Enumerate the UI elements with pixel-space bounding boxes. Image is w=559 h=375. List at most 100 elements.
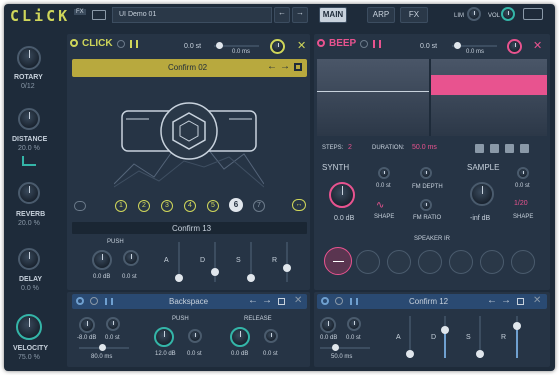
speaker-ir-3-button[interactable] [418, 250, 442, 274]
speaker-ir-2-button[interactable] [387, 250, 411, 274]
click-solo-icon[interactable] [117, 40, 125, 48]
beep-step-1[interactable] [317, 91, 429, 92]
beep-step-graph[interactable] [317, 59, 547, 136]
layer-left-close-icon[interactable]: ✕ [294, 295, 302, 306]
layer-left-power-icon[interactable] [76, 297, 84, 305]
step-5[interactable]: 5 [207, 200, 219, 212]
layer-right-time-slider[interactable] [320, 344, 370, 351]
delay-knob[interactable] [18, 248, 40, 270]
layer-right-st-knob[interactable] [347, 317, 361, 331]
click-a-slider[interactable] [175, 242, 183, 282]
beep-solo-icon[interactable] [360, 40, 368, 48]
beep-steps-value[interactable]: 2 [348, 144, 352, 151]
click-close-icon[interactable]: ✕ [297, 39, 306, 52]
distance-knob[interactable] [18, 108, 40, 130]
click-sample-name[interactable]: Confirm 02 [168, 63, 207, 72]
layer-left-piano-icon[interactable] [105, 298, 113, 305]
step-3[interactable]: 3 [161, 200, 173, 212]
click-power-icon[interactable] [70, 39, 78, 47]
layer-left-next-icon[interactable]: → [262, 295, 272, 306]
layer-left-time-slider[interactable] [79, 344, 129, 351]
layer-left-prev-icon[interactable]: ← [248, 295, 258, 306]
synth-volume-knob[interactable] [329, 182, 355, 208]
step-2[interactable]: 2 [138, 200, 150, 212]
beep-step-2[interactable] [431, 75, 547, 95]
layer-right-next-icon[interactable]: → [501, 295, 511, 306]
click-push-st-knob[interactable] [123, 250, 139, 266]
layer-left-push-knob[interactable] [154, 327, 174, 347]
speaker-ir-1-button[interactable] [356, 250, 380, 274]
click-time-slider[interactable] [214, 42, 259, 49]
fm-ratio-knob[interactable] [420, 199, 432, 211]
step-7[interactable]: 7 [253, 200, 265, 212]
click-pitch[interactable]: 0.0 st [184, 43, 201, 50]
tab-fx[interactable]: FX [400, 7, 428, 23]
step-4[interactable]: 4 [184, 200, 196, 212]
sample-shape-value[interactable]: 1/20 [514, 200, 528, 207]
layer-left-db-knob[interactable] [79, 317, 95, 333]
layer-left-rel-st-knob[interactable] [264, 329, 278, 343]
layer-right-r-slider[interactable] [513, 316, 521, 358]
preset-field[interactable]: UI Demo 01 [112, 7, 272, 23]
step-1[interactable]: 1 [115, 200, 127, 212]
click-piano-icon[interactable] [130, 40, 138, 48]
beep-close-icon[interactable]: ✕ [533, 39, 542, 52]
click-sample-next-icon[interactable]: → [280, 61, 290, 72]
beep-volume-knob[interactable] [507, 39, 522, 54]
layer-left-copy-icon[interactable] [278, 298, 285, 305]
rotary-knob[interactable] [17, 46, 41, 70]
swap-icon[interactable]: ↔ [292, 199, 306, 211]
layer-right-name[interactable]: Confirm 12 [409, 297, 448, 306]
step-6-active[interactable]: 6 [229, 198, 243, 212]
layer-right-db-knob[interactable] [320, 317, 336, 333]
click-volume-knob[interactable] [270, 39, 285, 54]
layer-right-solo-icon[interactable] [335, 297, 343, 305]
reverb-knob[interactable] [18, 182, 40, 204]
layer-right-d-slider[interactable] [441, 316, 449, 358]
click-sub-sample-bar[interactable]: Confirm 13 [72, 222, 307, 234]
layer-right-power-icon[interactable] [321, 297, 329, 305]
click-d-slider[interactable] [211, 242, 219, 282]
layer-left-st-knob[interactable] [106, 317, 120, 331]
click-push-db-knob[interactable] [92, 250, 112, 270]
layer-right-a-slider[interactable] [406, 316, 414, 358]
sample-st-knob[interactable] [517, 167, 529, 179]
layer-right-close-icon[interactable]: ✕ [533, 295, 541, 306]
click-sample-copy-icon[interactable] [294, 63, 302, 71]
click-r-slider[interactable] [283, 242, 291, 282]
beep-power-icon[interactable] [317, 39, 325, 47]
layer-left-name[interactable]: Backspace [169, 297, 208, 306]
beep-menu-icon[interactable] [520, 144, 529, 153]
beep-piano-icon[interactable] [373, 40, 381, 48]
layer-right-piano-icon[interactable] [350, 298, 358, 305]
vol-knob[interactable] [501, 7, 515, 21]
synth-shape-icon[interactable]: ∿ [376, 200, 384, 211]
layer-right-copy-icon[interactable] [517, 298, 524, 305]
next-preset-button[interactable]: → [292, 7, 308, 23]
beep-duration-value[interactable]: 50.0 ms [412, 144, 437, 151]
prev-preset-button[interactable]: ← [274, 7, 290, 23]
speaker-ir-6-button[interactable] [511, 250, 535, 274]
link-icon[interactable] [74, 201, 86, 211]
speaker-ir-5-button[interactable] [480, 250, 504, 274]
synth-st-knob[interactable] [378, 167, 390, 179]
lim-knob[interactable] [467, 7, 481, 21]
beep-pitch[interactable]: 0.0 st [420, 43, 437, 50]
speaker-ir-none-button[interactable] [324, 247, 352, 275]
beep-erase-icon[interactable] [505, 144, 514, 153]
layer-right-s-slider[interactable] [476, 316, 484, 358]
tab-main[interactable]: MAIN [319, 7, 347, 23]
layer-right-prev-icon[interactable]: ← [487, 295, 497, 306]
beep-random-icon[interactable] [490, 144, 499, 153]
velocity-knob[interactable] [16, 314, 42, 340]
sample-volume-knob[interactable] [470, 182, 494, 206]
folder-icon[interactable] [92, 10, 106, 20]
tab-arp[interactable]: ARP [367, 7, 395, 23]
click-sample-prev-icon[interactable]: ← [267, 61, 277, 72]
click-s-slider[interactable] [247, 242, 255, 282]
layer-left-push-st-knob[interactable] [188, 329, 202, 343]
beep-time-slider[interactable] [452, 42, 497, 49]
layer-left-solo-icon[interactable] [90, 297, 98, 305]
fm-depth-knob[interactable] [420, 167, 432, 179]
speaker-ir-4-button[interactable] [449, 250, 473, 274]
